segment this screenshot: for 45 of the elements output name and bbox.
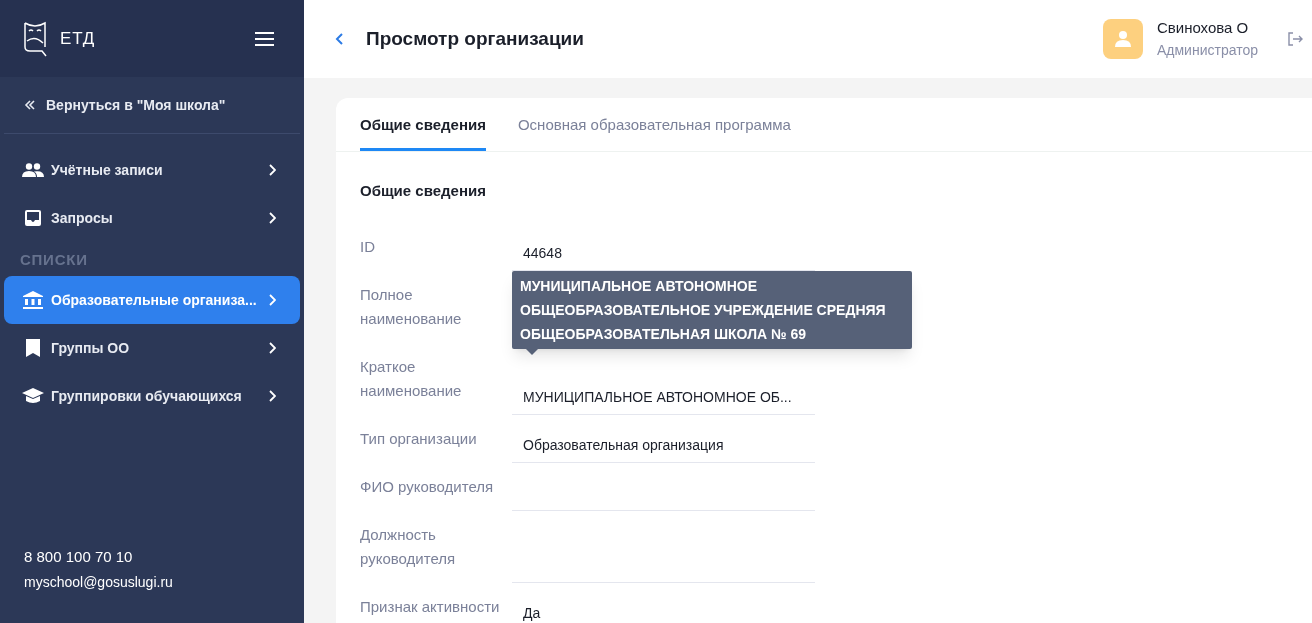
bank-icon [23,291,43,309]
logo-text: ЕТД [60,27,96,50]
section-title: Общие сведения [360,181,487,201]
section-heading: СПИСКИ [20,251,88,268]
tab[interactable]: Общие сведения [360,113,486,151]
field-label: Тип организации [360,428,478,449]
page-title: Просмотр организации [366,26,584,51]
chevron-icon [268,164,276,176]
tooltip: МУНИЦИПАЛЬНОЕ АВТОНОМНОЕ ОБЩЕОБРАЗОВАТЕЛЬНОЕ УЧРЕЖДЕНИЕ СРЕДНЯЯ ОБЩЕОБРАЗОВАТЕЛЬНАЯ ШКОЛА № 69 [512,271,912,349]
email-address: myschool@gosuslugi.ru [24,573,174,592]
field-label: Признак активности [360,596,501,617]
bookmark-icon [26,339,40,357]
sidebar-item[interactable]: Группы ОО [4,324,300,372]
chevron-icon [268,294,276,306]
field-value: МУНИЦИПАЛЬНОЕ АВТОНОМНОЕ ОБ... [512,384,815,415]
inbox-icon [24,209,42,227]
sidebar-item[interactable]: Запросы [4,194,300,242]
sidebar-item[interactable]: Образовательные организа... [4,276,300,324]
tooltip-arrow [526,349,538,355]
back-chevron-icon[interactable] [334,32,346,46]
tab[interactable]: Основная образовательная программа [517,113,791,151]
field-value: Да [512,600,815,623]
field-label: ID [360,236,376,257]
phone-number: 8 800 100 70 10 [24,546,134,567]
chevron-icon [268,212,276,224]
logout-icon[interactable] [1288,32,1304,46]
avatar-icon [1103,19,1143,59]
field-label: ФИО руководителя [360,476,495,497]
sidebar-item[interactable]: Группировки обучающихся [4,372,300,420]
back-link[interactable]: Вернуться в "Моя школа" [24,94,226,116]
field-label: Полное наименование [360,284,463,329]
owl-logo-icon [22,20,48,57]
field-value: Образовательная организация [512,432,815,463]
field-value: 44648 [512,240,815,271]
user-role: Администратор [1157,40,1258,60]
graduation-cap-icon [22,388,44,404]
double-chevron-icon [24,99,36,111]
field-label: Краткое наименование [360,356,463,401]
chevron-icon [268,342,276,354]
menu-icon[interactable] [255,31,274,46]
field-label: Должность руководителя [360,524,457,569]
chevron-icon [268,390,276,402]
user-name: Свинохова О [1157,18,1250,39]
people-icon [22,163,44,177]
sidebar-item[interactable]: Учётные записи [4,146,300,194]
